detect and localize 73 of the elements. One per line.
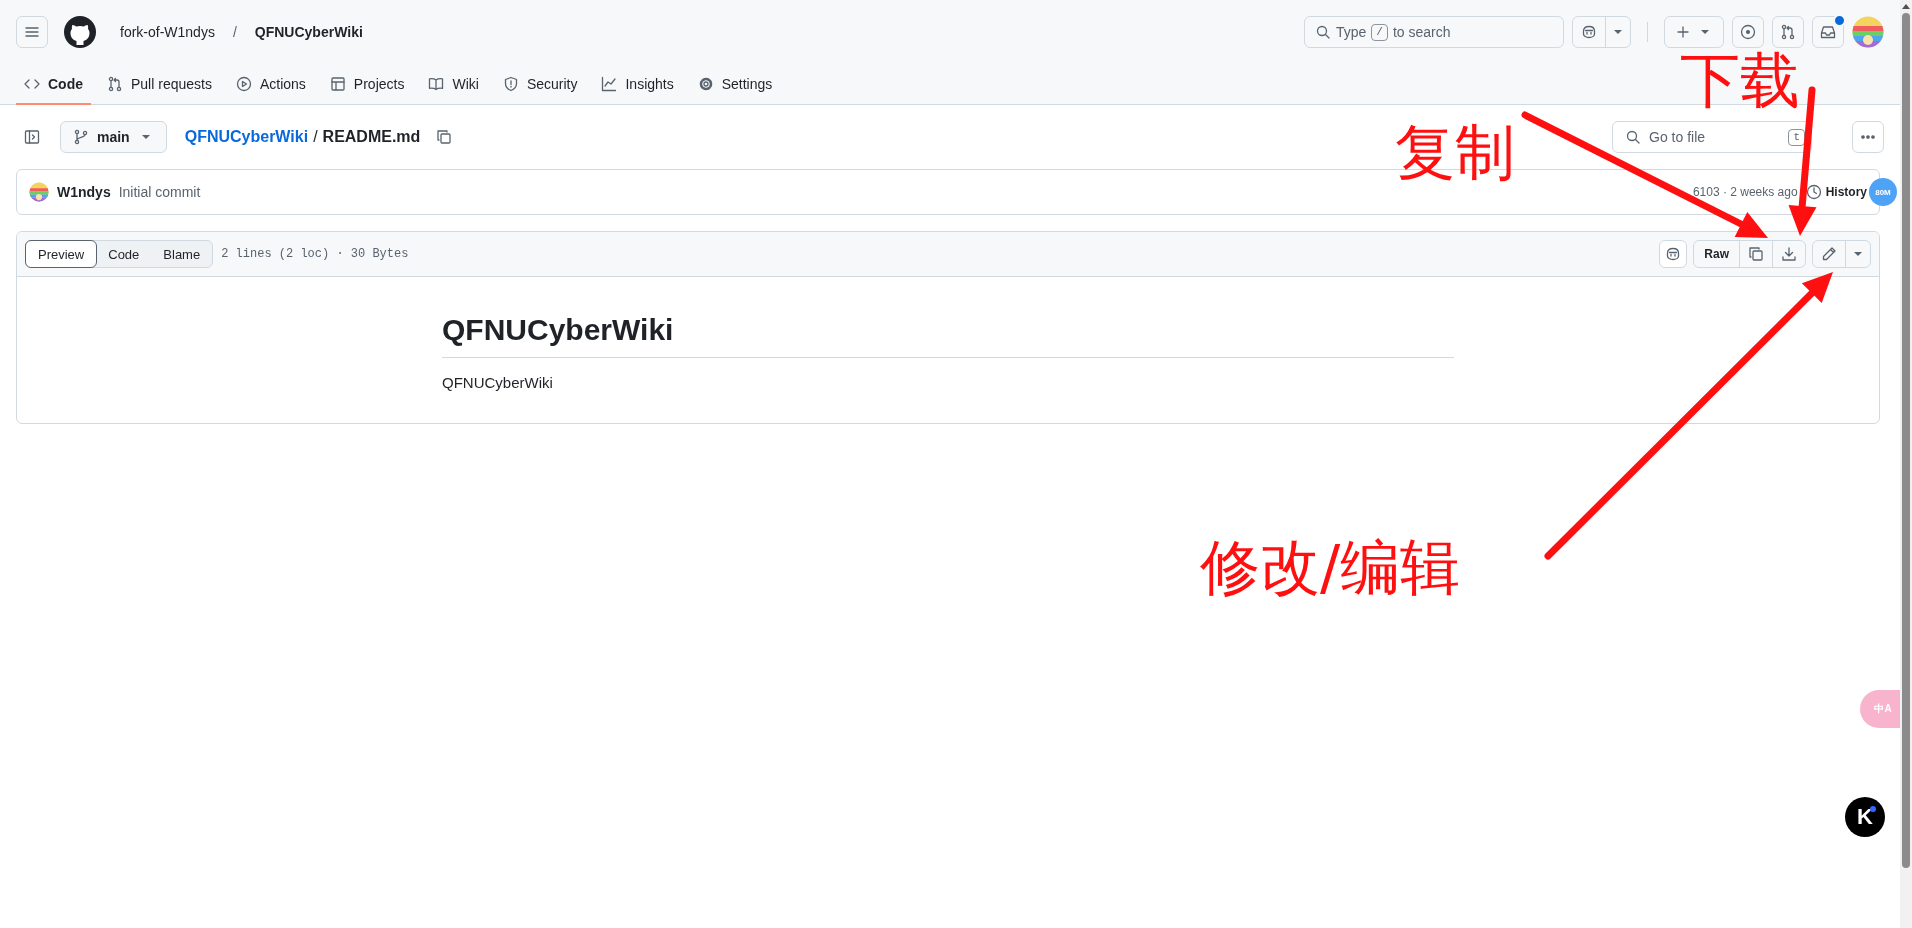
cat-logo-icon[interactable] [64, 16, 96, 48]
nav-tab[interactable]: Projects [321, 64, 413, 105]
nav-tab[interactable]: Code [16, 64, 91, 105]
search-field[interactable]: Type / to search [1304, 16, 1564, 48]
graph-icon [601, 75, 618, 92]
scrollbar-thumb[interactable] [1902, 13, 1910, 868]
nav-tab[interactable]: Pull requests [99, 64, 220, 105]
plus-icon [1675, 24, 1691, 40]
copy-icon [436, 129, 453, 145]
file-info: 2 lines (2 loc) · 30 Bytes [221, 247, 409, 261]
assistant-button[interactable]: K [1845, 797, 1885, 837]
inbox-button[interactable] [1812, 16, 1844, 48]
scroll-up-icon[interactable] [1902, 4, 1910, 9]
pull-request-icon [1780, 24, 1796, 40]
readme-text: QFNUCyberWiki [442, 373, 554, 391]
shield-icon [502, 75, 519, 92]
view-tab[interactable]: Blame [151, 241, 213, 267]
book-icon [428, 75, 445, 92]
avatar [29, 182, 49, 202]
readme-heading: QFNUCyberWiki [442, 311, 1454, 358]
shortcut-key: t [1788, 128, 1805, 146]
shortcut-key: / [1371, 23, 1388, 41]
nav-tab[interactable]: Insights [593, 64, 682, 105]
commit-author[interactable]: W1ndys [57, 184, 111, 200]
search-icon [1625, 129, 1641, 145]
pencil-icon [1821, 246, 1837, 262]
issues-button[interactable] [1732, 16, 1764, 48]
circle-dot-icon [1740, 24, 1756, 40]
branch-button[interactable]: main [60, 121, 167, 153]
path-separator: / [231, 24, 238, 40]
nav-tab[interactable]: Actions [227, 64, 314, 105]
download-icon [1781, 246, 1797, 262]
history-link[interactable]: History [1805, 184, 1867, 200]
view-tab[interactable]: Preview [25, 240, 98, 268]
go-to-file-placeholder: Go to file [1649, 129, 1707, 145]
view-tab[interactable]: Code [96, 241, 152, 267]
menu-button[interactable] [16, 16, 48, 48]
copilot-button[interactable] [1659, 240, 1688, 268]
search-placeholder: to search [1392, 24, 1451, 40]
play-icon [235, 75, 252, 92]
scrollbar[interactable] [1900, 0, 1912, 928]
sidebar-icon [24, 129, 40, 145]
repo-link[interactable]: QFNUCyberWiki [184, 128, 309, 146]
nav-tab[interactable]: Settings [689, 64, 781, 105]
nav-tab[interactable]: Wiki [420, 64, 487, 105]
avatar[interactable] [1852, 16, 1884, 48]
branch-icon [73, 129, 89, 145]
repo-link[interactable]: QFNUCyberWiki [250, 24, 367, 40]
more-options-button[interactable] [1852, 121, 1884, 153]
commit-meta: 6103 · 2 weeks ago [1692, 185, 1798, 199]
settings-icon [697, 75, 714, 92]
table-icon [329, 75, 346, 92]
pull-requests-button[interactable] [1772, 16, 1804, 48]
annotation-label: 复制 [1395, 122, 1515, 182]
clock-icon [1805, 184, 1822, 200]
commit-message: Initial commit [118, 184, 201, 200]
inbox-icon [1820, 24, 1836, 40]
search-icon [1315, 24, 1331, 40]
search-placeholder: Type [1336, 24, 1367, 40]
path-separator: / [312, 128, 319, 146]
nav-tab[interactable]: Security [494, 64, 586, 105]
robot-icon [1581, 24, 1597, 40]
pull-request-icon [107, 75, 123, 92]
go-to-file-field[interactable]: Go to file t [1612, 121, 1812, 153]
create-button[interactable] [1664, 16, 1724, 48]
annotation-label: 下载 [1680, 50, 1800, 110]
memory-badge: 80M [1869, 178, 1897, 206]
robot-icon [1665, 246, 1682, 262]
menu-icon [24, 24, 40, 40]
owner-link[interactable]: fork-of-W1ndys [116, 24, 219, 40]
file-name: README.md [322, 128, 421, 146]
copy-icon [1748, 246, 1764, 262]
annotation-label: 修改/编辑 [1200, 537, 1461, 597]
